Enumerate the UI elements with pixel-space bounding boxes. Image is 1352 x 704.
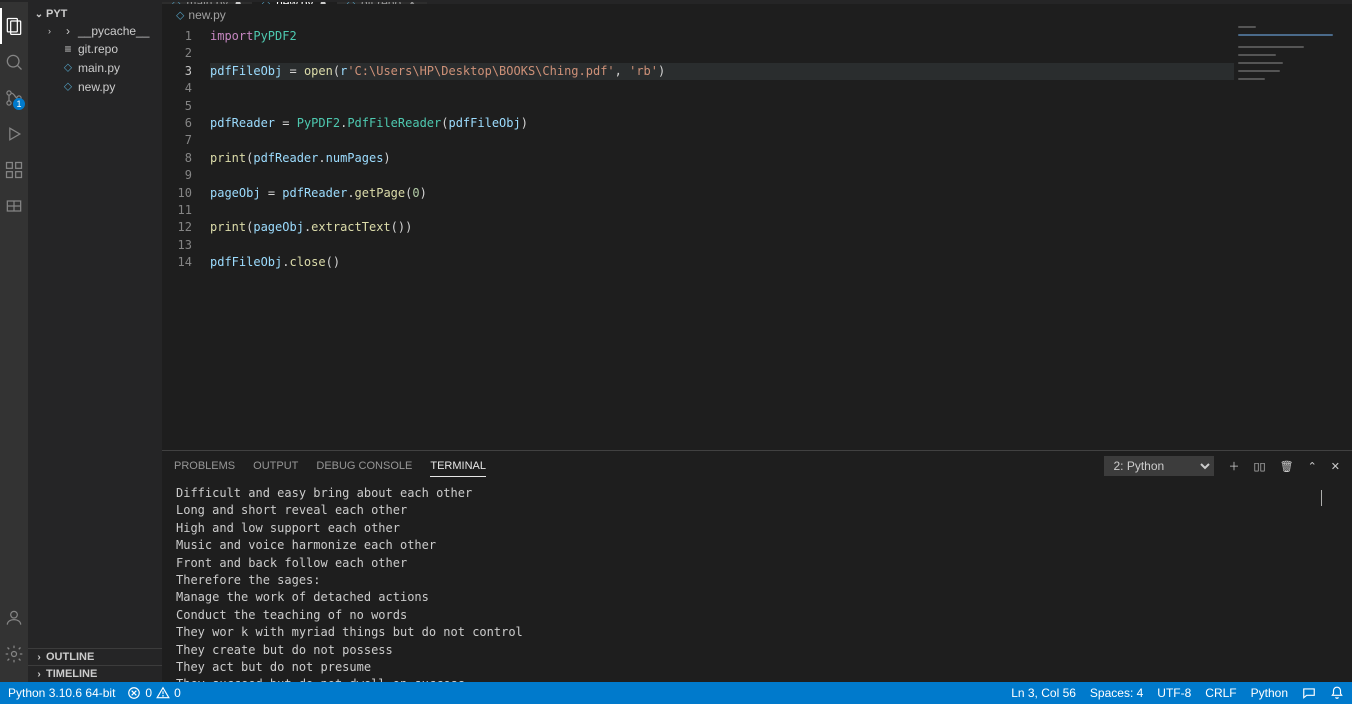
terminal-line: They create but do not possess [176,642,1338,659]
breadcrumb-file: new.py [188,8,225,22]
close-panel-icon[interactable]: ✕ [1331,460,1340,473]
main-area: 1 ⌄ PYT ››__pycache__≡git.repo⬦main.py⬦n… [0,2,1352,682]
file-tree: ››__pycache__≡git.repo⬦main.py⬦new.py [28,22,162,96]
code-line[interactable] [210,132,1352,149]
chevron-right-icon: › [32,669,46,680]
text-cursor [1321,490,1322,506]
maximize-panel-icon[interactable]: ⌃ [1308,460,1317,473]
extensions-icon[interactable] [0,152,28,188]
terminal-line: Conduct the teaching of no words [176,607,1338,624]
terminal-line: Difficult and easy bring about each othe… [176,485,1338,502]
file-label: git.repo [78,42,118,56]
terminal-line: They act but do not presume [176,659,1338,676]
code-line[interactable] [210,45,1352,62]
code-line[interactable]: pdfFileObj.close() [210,254,1352,271]
explorer-icon[interactable] [0,8,28,44]
accounts-icon[interactable] [0,600,28,636]
terminal-selector[interactable]: 2: Python [1104,456,1214,476]
terminal-line: Music and voice harmonize each other [176,537,1338,554]
table-icon[interactable] [0,188,28,224]
code-line[interactable]: pdfReader = PyPDF2.PdfFileReader(pdfFile… [210,115,1352,132]
file-label: new.py [78,80,115,94]
code-line[interactable] [210,237,1352,254]
chevron-right-icon: › [48,26,60,36]
terminal-line: They wor k with myriad things but do not… [176,624,1338,641]
code-line[interactable]: print(pdfReader.numPages) [210,150,1352,167]
source-control-icon[interactable]: 1 [0,80,28,116]
breadcrumb[interactable]: ⬦ new.py [162,4,1352,26]
code-line[interactable] [210,80,1352,97]
status-bar: Python 3.10.6 64-bit 0 0 Ln 3, Col 56 Sp… [0,682,1352,704]
file-label: __pycache__ [78,24,149,38]
code-line[interactable] [210,202,1352,219]
file-item[interactable]: ⬦new.py [28,77,162,96]
split-terminal-icon[interactable]: ▯▯ [1253,460,1265,473]
terminal-line: High and low support each other [176,520,1338,537]
line-gutter: 1234567891011121314 [162,26,210,450]
scm-badge: 1 [13,98,25,110]
language-mode[interactable]: Python [1251,686,1288,700]
code-line[interactable]: print(pageObj.extractText()) [210,219,1352,236]
terminal-line: Therefore the sages: [176,572,1338,589]
explorer-sidebar: ⌄ PYT ››__pycache__≡git.repo⬦main.py⬦new… [28,2,162,682]
panel-tab-output[interactable]: OUTPUT [253,456,298,477]
file-icon: ≡ [60,42,76,56]
encoding[interactable]: UTF-8 [1157,686,1191,700]
code-content[interactable]: importPyPDF2 pdfFileObj = open(r'C:\User… [210,26,1352,450]
bottom-panel: PROBLEMS OUTPUT DEBUG CONSOLE TERMINAL 2: P… [162,450,1352,682]
folder-item[interactable]: ››__pycache__ [28,22,162,40]
minimap[interactable] [1234,26,1352,450]
code-line[interactable] [210,167,1352,184]
notifications-icon[interactable] [1330,686,1344,700]
code-line[interactable]: pdfFileObj = open(r'C:\Users\HP\Desktop\… [210,63,1352,80]
file-item[interactable]: ≡git.repo [28,40,162,58]
chevron-down-icon: ⌄ [32,9,46,20]
indentation[interactable]: Spaces: 4 [1090,686,1143,700]
kill-terminal-icon[interactable]: 🗑 [1280,460,1294,473]
file-icon: ⬦ [60,79,76,94]
panel-tab-debug-console[interactable]: DEBUG CONSOLE [316,456,412,477]
chevron-right-icon: › [32,652,46,663]
python-version[interactable]: Python 3.10.6 64-bit [8,686,115,700]
new-terminal-icon[interactable]: ＋ [1228,458,1239,474]
activity-bar: 1 [0,2,28,682]
terminal-output[interactable]: Difficult and easy bring about each othe… [162,481,1352,682]
code-line[interactable]: importPyPDF2 [210,28,1352,45]
terminal-line: Manage the work of detached actions [176,589,1338,606]
file-icon: ⬦ [60,60,76,75]
timeline-section[interactable]: ›TIMELINE [28,665,162,682]
terminal-line: Long and short reveal each other [176,502,1338,519]
panel-tab-problems[interactable]: PROBLEMS [174,456,235,477]
code-line[interactable] [210,98,1352,115]
file-label: main.py [78,61,120,75]
search-icon[interactable] [0,44,28,80]
python-file-icon: ⬦ [176,8,184,23]
code-editor[interactable]: 1234567891011121314 importPyPDF2 pdfFile… [162,26,1352,450]
feedback-icon[interactable] [1302,686,1316,700]
cursor-position[interactable]: Ln 3, Col 56 [1011,686,1076,700]
file-icon: › [60,24,76,38]
outline-section[interactable]: ›OUTLINE [28,648,162,665]
problems-indicator[interactable]: 0 0 [127,686,180,700]
settings-gear-icon[interactable] [0,636,28,672]
eol[interactable]: CRLF [1205,686,1236,700]
folder-name: PYT [46,8,67,20]
file-item[interactable]: ⬦main.py [28,58,162,77]
editor-area: ⬦main.py●⬦new.py●⬦git.repo✕ ⬦ new.py 123… [162,2,1352,682]
code-line[interactable]: pageObj = pdfReader.getPage(0) [210,185,1352,202]
panel-tab-row: PROBLEMS OUTPUT DEBUG CONSOLE TERMINAL 2: P… [162,451,1352,481]
terminal-line: Front and back follow each other [176,555,1338,572]
workspace-folder[interactable]: ⌄ PYT [28,6,162,22]
run-debug-icon[interactable] [0,116,28,152]
panel-tab-terminal[interactable]: TERMINAL [430,456,486,477]
